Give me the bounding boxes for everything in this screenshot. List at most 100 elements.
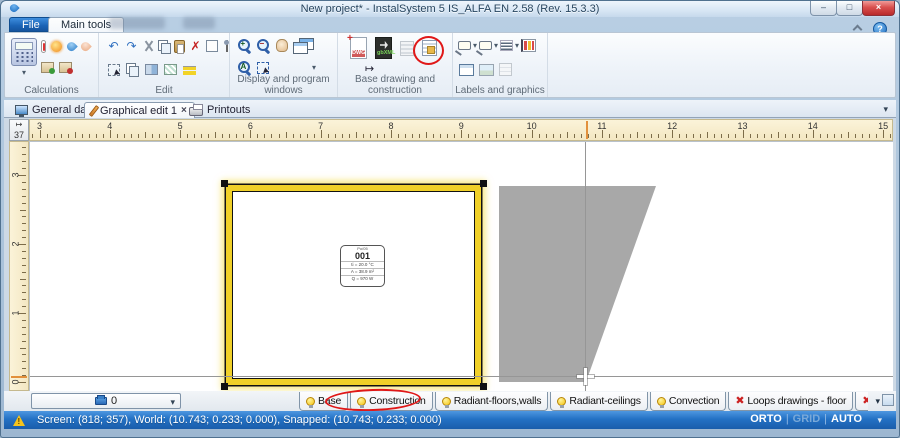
- calculator-icon[interactable]: [11, 38, 37, 66]
- storey-selector[interactable]: 0 ▾: [31, 393, 181, 409]
- crosshair-horizontal-line: [30, 376, 893, 377]
- import-gbxml-icon[interactable]: gbXML: [375, 37, 392, 59]
- chevron-down-icon[interactable]: ▾: [11, 69, 37, 77]
- ruler-tick: [890, 134, 891, 138]
- tab-graphical-edit-1[interactable]: Graphical edit 1 ×: [84, 102, 195, 118]
- copy-icon[interactable]: [158, 40, 171, 53]
- ribbon-tab-file[interactable]: File: [9, 17, 53, 32]
- layer-tab-loops-drawings-ceiling[interactable]: ✖Loops drawings - ceiling: [855, 392, 868, 411]
- layer-tool-icon[interactable]: [882, 394, 894, 406]
- status-bar: ! Screen: (818; 357), World: (10.743; 0.…: [4, 411, 896, 429]
- calculate-button[interactable]: ▾: [11, 38, 37, 77]
- chevron-down-icon[interactable]: ▾: [494, 42, 498, 50]
- ruler-tick: [412, 134, 413, 138]
- ruler-tick: [447, 134, 448, 138]
- ruler-tick: [82, 134, 83, 138]
- title-bar[interactable]: New project* - InstalSystem 5 IS_ALFA EN…: [1, 1, 899, 17]
- label-frame-icon[interactable]: [479, 41, 492, 50]
- ruler-tick: [321, 130, 322, 138]
- modes-dropdown-icon[interactable]: ▾: [877, 415, 882, 426]
- water-calc-icon[interactable]: [65, 40, 78, 53]
- selection-handle[interactable]: [221, 383, 228, 390]
- paste-icon[interactable]: [174, 40, 185, 53]
- ruler-number: 12: [667, 121, 677, 131]
- chevron-down-icon[interactable]: ▾: [473, 42, 477, 50]
- ruler-tick: [349, 134, 350, 138]
- minimize-button[interactable]: –: [810, 1, 837, 16]
- import-dwg-icon[interactable]: + DWG: [350, 37, 367, 59]
- horizontal-ruler[interactable]: 3456789101112131415: [29, 119, 893, 141]
- cooling-calc-icon[interactable]: [51, 41, 62, 52]
- chart-icon[interactable]: [521, 39, 536, 52]
- ruler-tick: [721, 134, 722, 138]
- ruler-tick: [714, 134, 715, 138]
- ruler-tick: [187, 134, 188, 138]
- ruler-number: 3: [37, 121, 42, 131]
- selection-handle[interactable]: [480, 383, 487, 390]
- undo-icon[interactable]: ↶: [106, 39, 121, 53]
- clone-icon[interactable]: [145, 64, 158, 75]
- select-area-icon[interactable]: [108, 64, 120, 76]
- zoom-selection-icon[interactable]: [257, 62, 269, 74]
- ruler-tick: [180, 130, 181, 138]
- array-copy-icon[interactable]: [164, 64, 177, 75]
- selection-handle[interactable]: [221, 180, 228, 187]
- maximize-button[interactable]: □: [836, 1, 863, 16]
- program-windows-icon[interactable]: [293, 38, 313, 53]
- workspace: ↦ 37 3456789101112131415 3210 Po/05 001: [4, 118, 896, 391]
- label-callout-icon[interactable]: [458, 41, 471, 50]
- duplicate-icon[interactable]: [126, 63, 139, 76]
- layer-hidden-x-icon: ✖: [862, 396, 868, 407]
- close-button[interactable]: ×: [862, 1, 895, 16]
- mode-toggle-orto[interactable]: ORTO: [750, 413, 782, 425]
- ruler-tick: [700, 134, 701, 138]
- ruler-tick: [672, 130, 673, 138]
- ruler-tick: [22, 258, 26, 259]
- zoom-all-icon[interactable]: A: [238, 61, 252, 75]
- pan-hand-icon[interactable]: [276, 39, 288, 52]
- ruler-tick: [728, 134, 729, 138]
- layer-tab-loops-drawings-floor[interactable]: ✖Loops drawings - floor: [728, 392, 853, 411]
- align-icon[interactable]: [183, 65, 196, 75]
- ruler-tick: [539, 134, 540, 138]
- ruler-tick: [799, 134, 800, 138]
- layer-hidden-x-icon: ✖: [735, 396, 744, 407]
- ruler-tick: [616, 134, 617, 138]
- doc-tabs-dropdown-icon[interactable]: ▾: [883, 104, 888, 115]
- zoom-out-icon[interactable]: −: [257, 39, 271, 53]
- edit-box-icon[interactable]: [206, 40, 218, 52]
- ruler-scale-value: 37: [10, 130, 28, 140]
- image-icon[interactable]: [479, 64, 494, 76]
- ruler-tick: [623, 134, 624, 138]
- table-icon[interactable]: [459, 64, 474, 76]
- layer-tab-radiant-ceilings[interactable]: Radiant-ceilings: [550, 392, 648, 411]
- text-list-icon[interactable]: [500, 40, 513, 51]
- vertical-ruler[interactable]: 3210: [9, 141, 29, 391]
- crosshair-cursor: [577, 368, 594, 385]
- chevron-down-icon[interactable]: ▾: [312, 64, 316, 72]
- delete-icon[interactable]: ✗: [188, 39, 203, 53]
- drawing-canvas[interactable]: Po/05 001 ti = 20.0 °C A = 38.9 m² Q = 9…: [29, 141, 893, 391]
- layer-tabs-dropdown-icon[interactable]: ▾: [875, 396, 880, 407]
- catalog-update-icon[interactable]: [41, 62, 54, 73]
- room-label[interactable]: Po/05 001 ti = 20.0 °C A = 38.9 m² Q = 9…: [340, 245, 385, 287]
- catalog-error-icon[interactable]: [59, 62, 72, 73]
- chevron-down-icon[interactable]: ▾: [170, 397, 175, 408]
- chevron-down-icon[interactable]: ▾: [515, 42, 519, 50]
- selection-handle[interactable]: [480, 180, 487, 187]
- zoom-in-icon[interactable]: +: [238, 39, 252, 53]
- warning-icon[interactable]: !: [13, 415, 25, 426]
- layer-tab-radiant-floors-walls[interactable]: Radiant-floors,walls: [435, 392, 549, 411]
- cut-icon[interactable]: [142, 40, 155, 53]
- tab-printouts[interactable]: Printouts: [182, 102, 257, 118]
- ruler-tick: [307, 134, 308, 138]
- mode-toggle-grid[interactable]: GRID: [793, 413, 821, 425]
- layer-tab-convection[interactable]: Convection: [650, 392, 727, 411]
- ruler-tick: [426, 132, 427, 138]
- mode-toggle-auto[interactable]: AUTO: [831, 413, 862, 425]
- heating-calc-icon[interactable]: [41, 40, 46, 53]
- redo-icon[interactable]: ↷: [124, 39, 139, 53]
- mode-separator: |: [824, 413, 827, 425]
- ruler-tick: [665, 134, 666, 138]
- water-alt-calc-icon[interactable]: [79, 40, 92, 53]
